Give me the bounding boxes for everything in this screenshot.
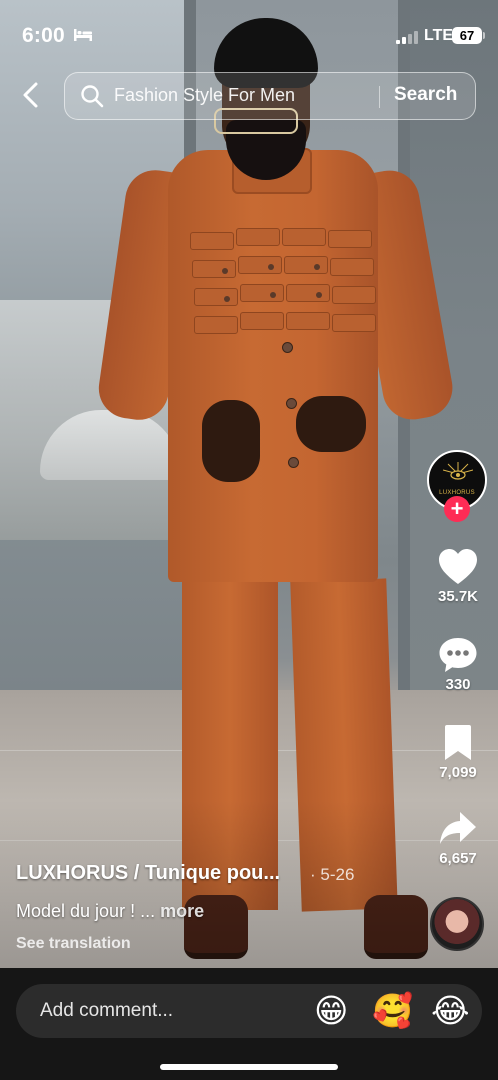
bookmark-icon bbox=[445, 725, 471, 760]
jacket-pocket bbox=[332, 286, 376, 304]
jacket-pocket bbox=[192, 260, 236, 278]
share-arrow-icon bbox=[440, 812, 476, 844]
search-divider bbox=[379, 86, 380, 108]
jacket-pocket bbox=[328, 230, 372, 248]
video-caption: Model du jour ! ... more bbox=[16, 901, 204, 922]
search-icon bbox=[81, 85, 104, 108]
video-player[interactable] bbox=[0, 0, 498, 968]
jacket-pocket bbox=[236, 228, 280, 246]
jacket-button bbox=[286, 398, 297, 409]
jacket-pocket bbox=[286, 284, 330, 302]
status-bar: 6:00 LTE 67 bbox=[0, 0, 498, 70]
music-disc-avatar[interactable] bbox=[430, 897, 484, 951]
jacket-button bbox=[288, 457, 299, 468]
emoji-hearts-button[interactable]: 🥰 bbox=[372, 991, 413, 1031]
more-link[interactable]: more bbox=[160, 901, 204, 921]
caption-text: Model du jour ! ... bbox=[16, 901, 156, 921]
comment-placeholder[interactable]: Add comment... bbox=[40, 1000, 173, 1022]
jacket-pocket bbox=[190, 232, 234, 250]
battery-indicator: 67 bbox=[452, 27, 482, 44]
comment-button[interactable]: 330 bbox=[430, 636, 486, 693]
jacket-pocket bbox=[238, 256, 282, 274]
jacket-button bbox=[282, 342, 293, 353]
share-button[interactable]: 6,657 bbox=[430, 810, 486, 867]
author-name[interactable]: LUXHORUS / Tunique pou... bbox=[16, 862, 280, 885]
model-right-hand bbox=[296, 396, 366, 452]
jacket-pocket bbox=[332, 314, 376, 332]
save-button[interactable]: 7,099 bbox=[430, 724, 486, 781]
like-count: 35.7K bbox=[437, 588, 479, 605]
jacket-pocket bbox=[194, 316, 238, 334]
eye-logo-icon bbox=[443, 462, 473, 480]
back-chevron-icon[interactable] bbox=[14, 78, 48, 112]
emoji-grin-button[interactable]: 😁 bbox=[314, 991, 348, 1031]
heart-icon bbox=[439, 549, 477, 584]
jacket-pocket bbox=[330, 258, 374, 276]
see-translation-link[interactable]: See translation bbox=[16, 935, 131, 953]
jacket-pocket bbox=[282, 228, 326, 246]
share-count: 6,657 bbox=[439, 850, 477, 867]
post-date: · 5-26 bbox=[310, 865, 355, 884]
comment-count: 330 bbox=[445, 676, 471, 693]
comment-bubble-icon bbox=[439, 638, 477, 672]
follow-plus-button[interactable]: + bbox=[444, 496, 470, 522]
network-type: LTE bbox=[424, 27, 454, 44]
status-time: 6:00 bbox=[22, 24, 65, 47]
jacket-pocket bbox=[286, 312, 330, 330]
save-count: 7,099 bbox=[439, 764, 477, 781]
jacket-pocket bbox=[240, 312, 284, 330]
jacket-pocket bbox=[240, 284, 284, 302]
home-indicator[interactable] bbox=[160, 1064, 338, 1070]
sleep-focus-icon bbox=[74, 29, 92, 41]
search-input[interactable]: Fashion Style For Men bbox=[114, 85, 320, 106]
model-left-hand bbox=[202, 400, 260, 482]
battery-tip bbox=[483, 32, 485, 39]
jacket-pocket bbox=[194, 288, 238, 306]
signal-strength-icon bbox=[396, 30, 418, 44]
like-button[interactable]: 35.7K bbox=[430, 548, 486, 605]
model-jacket bbox=[168, 150, 378, 582]
search-button[interactable]: Search bbox=[394, 84, 457, 106]
jacket-pocket bbox=[284, 256, 328, 274]
emoji-laugh-button[interactable]: 😂 bbox=[431, 991, 470, 1031]
